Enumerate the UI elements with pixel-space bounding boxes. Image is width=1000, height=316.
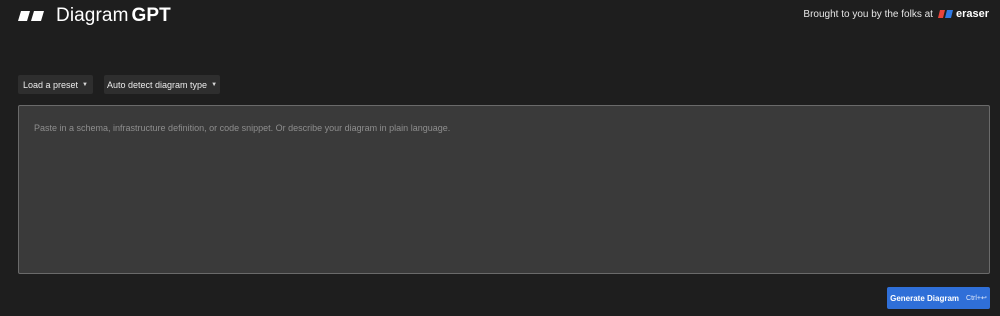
load-preset-label: Load a preset [23, 79, 79, 90]
eraser-link[interactable]: eraser [937, 8, 989, 20]
keyboard-shortcut-hint: Ctrl+↩ [966, 295, 987, 302]
diagram-prompt-input[interactable] [18, 105, 990, 274]
brand-title-light: Diagram [56, 5, 129, 26]
app-page: Diagram GPT Brought to you by the folks a… [0, 0, 1000, 316]
eraser-brand-name: eraser [955, 8, 989, 20]
load-preset-dropdown[interactable]: Load a preset ▼ [18, 75, 93, 94]
diagram-type-label: Auto detect diagram type [107, 79, 208, 90]
eraser-logo-icon [937, 10, 953, 18]
logo-parallelogram-icon [18, 11, 44, 21]
brand-title: Diagram GPT [56, 6, 171, 26]
generate-diagram-button[interactable]: Generate Diagram Ctrl+↩ [887, 287, 990, 309]
caret-down-icon: ▼ [82, 81, 88, 88]
brand-title-bold: GPT [131, 5, 171, 26]
credit-line: Brought to you by the folks at eraser [803, 8, 989, 20]
caret-down-icon: ▼ [211, 81, 218, 88]
diagram-type-dropdown[interactable]: Auto detect diagram type ▼ [104, 75, 220, 94]
generate-diagram-label: Generate Diagram [890, 293, 960, 303]
credit-text: Brought to you by the folks at [803, 8, 933, 20]
diagramgpt-logo[interactable]: Diagram GPT [18, 6, 171, 26]
